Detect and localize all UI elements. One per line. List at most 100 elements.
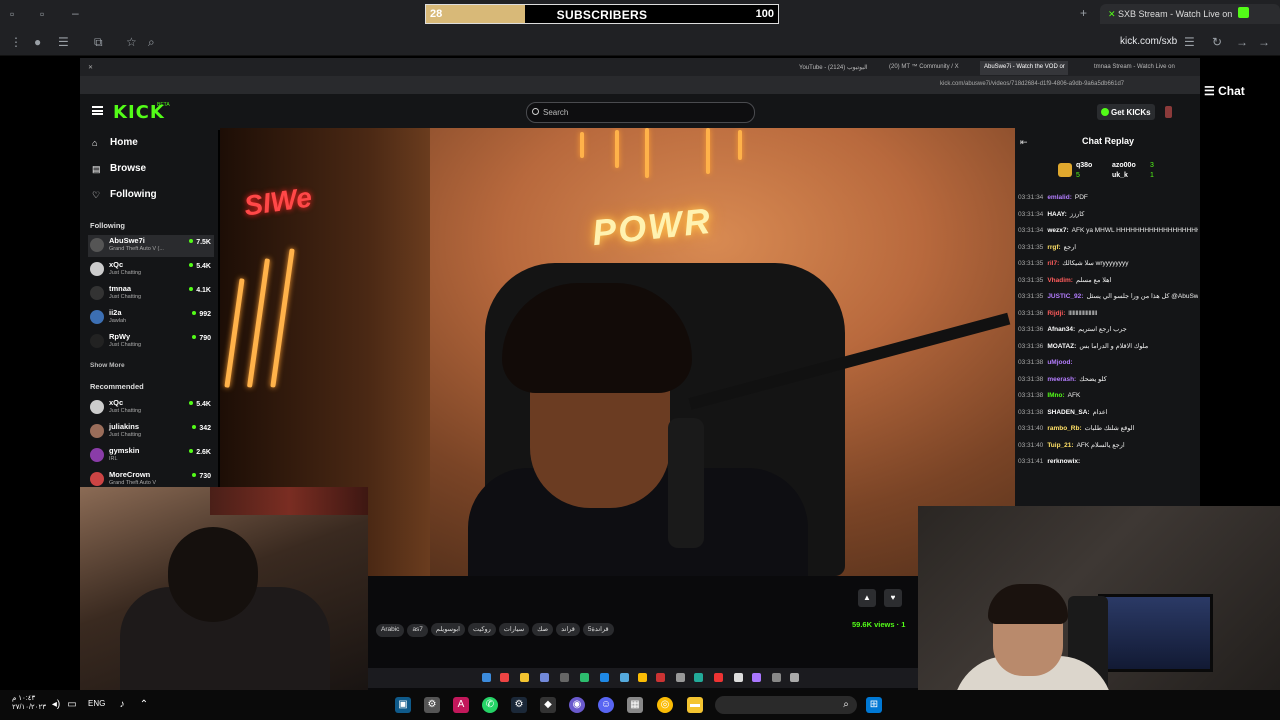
show-more-link[interactable]: Show More (90, 362, 125, 369)
inner-address-bar[interactable]: kick.com/abuswe7i/videos/718d2684-d1f9-4… (940, 81, 1124, 87)
store-icon[interactable]: ▦ (627, 697, 643, 713)
nav-browse[interactable]: Browse (110, 163, 146, 174)
app-icon[interactable]: ▣ (395, 697, 411, 713)
chat-username[interactable]: meerash: (1047, 376, 1076, 383)
sidebar-channel-xqc[interactable]: xQc Just Chatting 5.4K (88, 259, 214, 281)
tag[interactable]: as7 (407, 624, 428, 637)
sidebar-channel-ii2a[interactable]: ii2a Jawlah 992 (88, 307, 214, 329)
language-indicator[interactable]: ENG (88, 699, 105, 708)
inner-tab-youtube[interactable]: YouTube - اليوتيوب (2124) (795, 61, 880, 75)
file-explorer-icon[interactable]: ▬ (687, 697, 703, 713)
chevron-up-icon[interactable]: ⌃ (136, 697, 152, 713)
chat-username[interactable]: emlalid: (1047, 194, 1072, 201)
profile-icon[interactable]: ● (34, 35, 41, 49)
chat-username[interactable]: Tuip_21: (1047, 442, 1073, 449)
taskbar-clock[interactable]: ١٠:٤٣ م ٢٧/١٠/٢٠٢٣ (12, 694, 46, 712)
tag[interactable]: Arabic (376, 624, 405, 637)
inner-close-window-icon[interactable]: ✕ (84, 61, 97, 75)
tag[interactable]: سيارات (498, 623, 530, 636)
bookmark-star-icon[interactable]: ☆ (126, 35, 137, 49)
app-icon[interactable] (600, 673, 609, 682)
app-icon[interactable] (580, 673, 589, 682)
tab-search-icon[interactable]: ☰ (58, 35, 69, 49)
minimize-window-icon[interactable]: ▫ (10, 7, 14, 21)
app-icon[interactable]: ◉ (569, 697, 585, 713)
sidebar-recommended-gymskin[interactable]: gymskin IRL 2.6K (88, 445, 214, 467)
reload-icon[interactable]: ↻ (1212, 35, 1222, 49)
chat-username[interactable]: JUSTIC_92: (1047, 293, 1083, 300)
chat-username[interactable]: rrgf: (1047, 244, 1060, 251)
app-icon[interactable] (500, 673, 509, 682)
leaderboard-user[interactable]: q38o (1076, 162, 1092, 169)
hamburger-menu-icon[interactable] (92, 106, 103, 115)
app-icon[interactable] (694, 673, 703, 682)
microphone-icon[interactable]: ♪ (114, 697, 130, 713)
chat-toggle-button[interactable]: ☰ Chat (1204, 84, 1245, 98)
dash-icon[interactable]: – (72, 6, 79, 20)
inner-tab-tmnaa[interactable]: tmnaa Stream - Watch Live on (1090, 61, 1180, 75)
follow-heart-icon[interactable]: ♥ (884, 589, 902, 607)
folder-icon[interactable] (520, 673, 529, 682)
whatsapp-icon[interactable]: ✆ (482, 697, 498, 713)
nav-following[interactable]: Following (110, 189, 157, 200)
outer-address-bar[interactable]: kick.com/sxb (1120, 36, 1177, 47)
chat-username[interactable]: MOATAZ: (1047, 343, 1076, 350)
search-input[interactable]: Search (526, 102, 755, 123)
app-icon[interactable] (772, 673, 781, 682)
tag[interactable]: روكيت (468, 623, 496, 636)
app-icon[interactable] (714, 673, 723, 682)
new-tab-icon[interactable]: + (1080, 6, 1087, 20)
chat-username[interactable]: Rijdji: (1047, 310, 1065, 317)
site-settings-icon[interactable]: ☰ (1184, 35, 1195, 49)
chat-username[interactable]: rambo_Rb: (1047, 425, 1081, 432)
app-icon[interactable]: ◆ (540, 697, 556, 713)
app-icon[interactable] (676, 673, 685, 682)
steam-icon[interactable]: ⚙ (511, 697, 527, 713)
search-icon[interactable]: ⌕ (838, 697, 854, 713)
discord-icon[interactable]: ☺ (598, 697, 614, 713)
tag[interactable]: ابوسويلم (430, 623, 465, 636)
sidebar-recommended-xqc[interactable]: xQc Just Chatting 5.4K (88, 397, 214, 419)
sidebar-recommended-juliakins[interactable]: juliakins Just Chatting 342 (88, 421, 214, 443)
sidebar-channel-tmnaa[interactable]: tmnaa Just Chatting 4.1K (88, 283, 214, 305)
windows-start-icon[interactable] (482, 673, 491, 682)
forward-icon[interactable]: → (1236, 35, 1248, 49)
avatar[interactable] (1165, 106, 1172, 118)
windows-start-icon[interactable]: ⊞ (866, 697, 882, 713)
chat-username[interactable]: Vhadim: (1047, 277, 1073, 284)
affinity-icon[interactable]: A (453, 697, 469, 713)
leaderboard-user[interactable]: uk_k (1112, 172, 1128, 179)
settings-gear-icon[interactable]: ⚙ (424, 697, 440, 713)
chat-username[interactable]: SHADEN_SA: (1047, 409, 1089, 416)
nav-home[interactable]: Home (110, 137, 138, 148)
app-icon[interactable] (620, 673, 629, 682)
extensions-icon[interactable]: ⧉ (94, 35, 103, 49)
sidebar-channel-rpwy[interactable]: RpWy Just Chatting 790 (88, 331, 214, 353)
restore-window-icon[interactable]: ▫ (40, 7, 44, 21)
chat-username[interactable]: IMno: (1047, 392, 1064, 399)
sidebar-recommended-morecrown[interactable]: MoreCrown Grand Theft Auto V 730 (88, 469, 214, 487)
collapse-chat-icon[interactable]: ⇤ (1020, 137, 1028, 148)
settings-gear-icon[interactable] (790, 673, 799, 682)
inner-tab-abuswe7i[interactable]: AbuSwe7i - Watch the VOD or (980, 61, 1068, 75)
leaderboard-user[interactable]: azo00o (1112, 162, 1136, 169)
chrome-icon[interactable] (638, 673, 647, 682)
zoom-icon[interactable]: ⌕ (148, 35, 155, 49)
chat-username[interactable]: Afnan34: (1047, 326, 1075, 333)
chrome-icon[interactable]: ◎ (657, 697, 673, 713)
tag[interactable]: قراند (556, 623, 580, 636)
app-icon[interactable] (560, 673, 569, 682)
chat-username[interactable]: ril7: (1047, 260, 1059, 267)
display-icon[interactable]: ▭ (64, 697, 80, 713)
chat-message-list[interactable]: 03:31:34 emlalid: PDF 03:31:34 HAAY: كارزز 03:… (1018, 194, 1198, 506)
app-icon[interactable] (656, 673, 665, 682)
volume-icon[interactable]: ◂) (48, 697, 64, 713)
discord-icon[interactable] (540, 673, 549, 682)
chat-username[interactable]: wezx7: (1047, 227, 1068, 234)
chat-username[interactable]: HAAY: (1047, 211, 1067, 218)
menu-dots-icon[interactable]: ⋮ (10, 35, 22, 49)
taskbar-search[interactable] (715, 696, 857, 714)
outer-tab-active[interactable]: ✕ SXB Stream - Watch Live on (1100, 4, 1280, 24)
tag[interactable]: صك (532, 623, 554, 636)
app-icon[interactable] (752, 673, 761, 682)
